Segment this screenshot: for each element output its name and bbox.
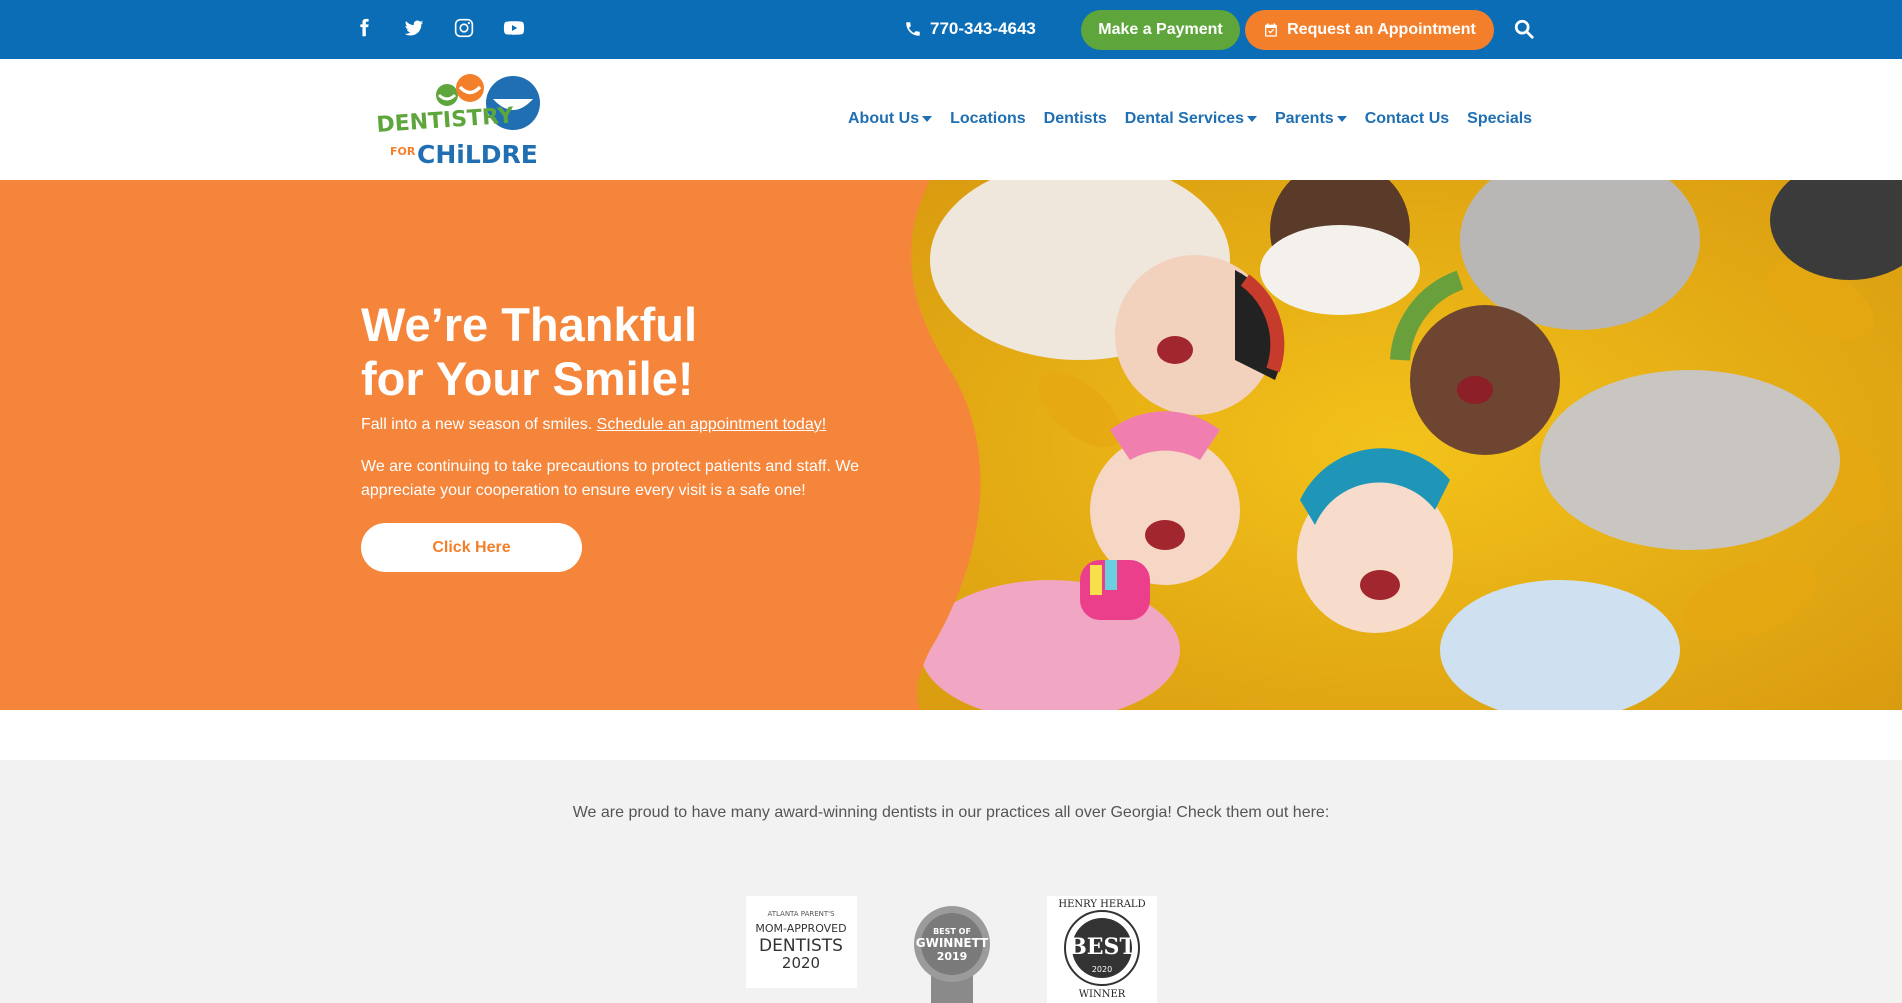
nav-dental-services-label: Dental Services: [1124, 110, 1244, 127]
badge2-line1: BEST OF: [933, 927, 971, 936]
calendar-icon: [1265, 23, 1278, 37]
badge3-line4: WINNER: [1079, 989, 1126, 1000]
click-here-button[interactable]: Click Here: [361, 523, 582, 572]
hero-banner: We’re Thankful for Your Smile! Fall into…: [0, 180, 1902, 710]
main-nav: About Us Locations Dentists Dental Servi…: [848, 110, 1550, 128]
social-links: [353, 17, 553, 41]
badge3-line2: BEST: [1068, 934, 1136, 960]
schedule-appointment-link[interactable]: Schedule an appointment today!: [597, 416, 827, 433]
hero-body-text: We are continuing to take precautions to…: [361, 458, 860, 499]
make-payment-label: Make a Payment: [1098, 21, 1223, 38]
henry-herald-best-badge: HENRY HERALD BEST 2020 WINNER: [1047, 896, 1157, 1003]
badge3-line1: HENRY HERALD: [1058, 899, 1145, 910]
phone-icon: [906, 22, 920, 36]
nav-parents-label: Parents: [1274, 110, 1334, 127]
phone-link[interactable]: 770-343-4643: [904, 19, 1036, 39]
nav-specials[interactable]: Specials: [1467, 110, 1532, 128]
top-bar: 770-343-4643 Make a Payment Request an A…: [0, 0, 1902, 59]
badge1-line1: ATLANTA PARENT'S: [767, 910, 835, 918]
awards-section: We are proud to have many award-winning …: [0, 760, 1902, 1003]
nav-contact-us[interactable]: Contact Us: [1365, 110, 1449, 128]
chevron-down-icon: [1336, 116, 1347, 122]
click-here-label: Click Here: [432, 538, 511, 556]
awards-intro-text: We are proud to have many award-winning …: [572, 804, 1330, 821]
twitter-icon[interactable]: [403, 17, 427, 41]
best-of-gwinnett-badge: BEST OF GWINNETT 2019: [911, 904, 993, 1003]
instagram-icon[interactable]: [453, 17, 477, 41]
site-logo[interactable]: DENTISTRY FOR CHiLDREN: [375, 73, 559, 169]
badge3-line3: 2020: [1092, 965, 1112, 974]
hero-title-line-2: for Your Smile!: [361, 352, 694, 405]
chevron-down-icon: [922, 116, 933, 122]
nav-dentists-label: Dentists: [1043, 110, 1107, 127]
request-appointment-label: Request an Appointment: [1287, 21, 1476, 38]
hero-title: We’re Thankful for Your Smile!: [361, 298, 921, 406]
badge1-line2: MOM-APPROVED: [755, 922, 846, 935]
hero-subtitle: Fall into a new season of smiles. Schedu…: [361, 416, 826, 434]
nav-parents[interactable]: Parents: [1275, 110, 1347, 128]
hero-subtitle-text: Fall into a new season of smiles.: [361, 416, 597, 433]
mom-approved-dentists-badge: ATLANTA PARENT'S MOM-APPROVED DENTISTS 2…: [746, 896, 857, 988]
badge1-line4: 2020: [782, 954, 820, 972]
nav-about-us[interactable]: About Us: [848, 110, 933, 128]
youtube-icon[interactable]: [503, 17, 527, 41]
site-header: DENTISTRY FOR CHiLDREN About Us Location…: [0, 59, 1902, 180]
nav-locations-label: Locations: [950, 110, 1026, 127]
nav-specials-label: Specials: [1467, 110, 1533, 127]
request-appointment-button[interactable]: Request an Appointment: [1245, 10, 1494, 50]
logo-text-for: FOR: [390, 145, 416, 158]
chevron-down-icon: [1246, 116, 1257, 122]
badge2-line3: 2019: [937, 950, 968, 963]
hero-title-line-1: We’re Thankful: [361, 298, 698, 351]
nav-locations[interactable]: Locations: [950, 110, 1026, 128]
nav-dentists[interactable]: Dentists: [1044, 110, 1107, 128]
search-icon[interactable]: [1513, 18, 1535, 40]
logo-text-dentistry: DENTISTRY: [376, 103, 516, 138]
nav-about-us-label: About Us: [848, 110, 920, 127]
hero-photo: [911, 180, 1902, 710]
nav-contact-us-label: Contact Us: [1364, 110, 1450, 127]
phone-number: 770-343-4643: [930, 19, 1036, 38]
logo-text-children: CHiLDREN: [417, 140, 540, 169]
make-payment-button[interactable]: Make a Payment: [1081, 10, 1240, 50]
facebook-icon[interactable]: [353, 17, 377, 41]
badge2-line2: GWINNETT: [916, 936, 989, 950]
nav-dental-services[interactable]: Dental Services: [1125, 110, 1257, 128]
badge1-line3: DENTISTS: [759, 936, 843, 956]
